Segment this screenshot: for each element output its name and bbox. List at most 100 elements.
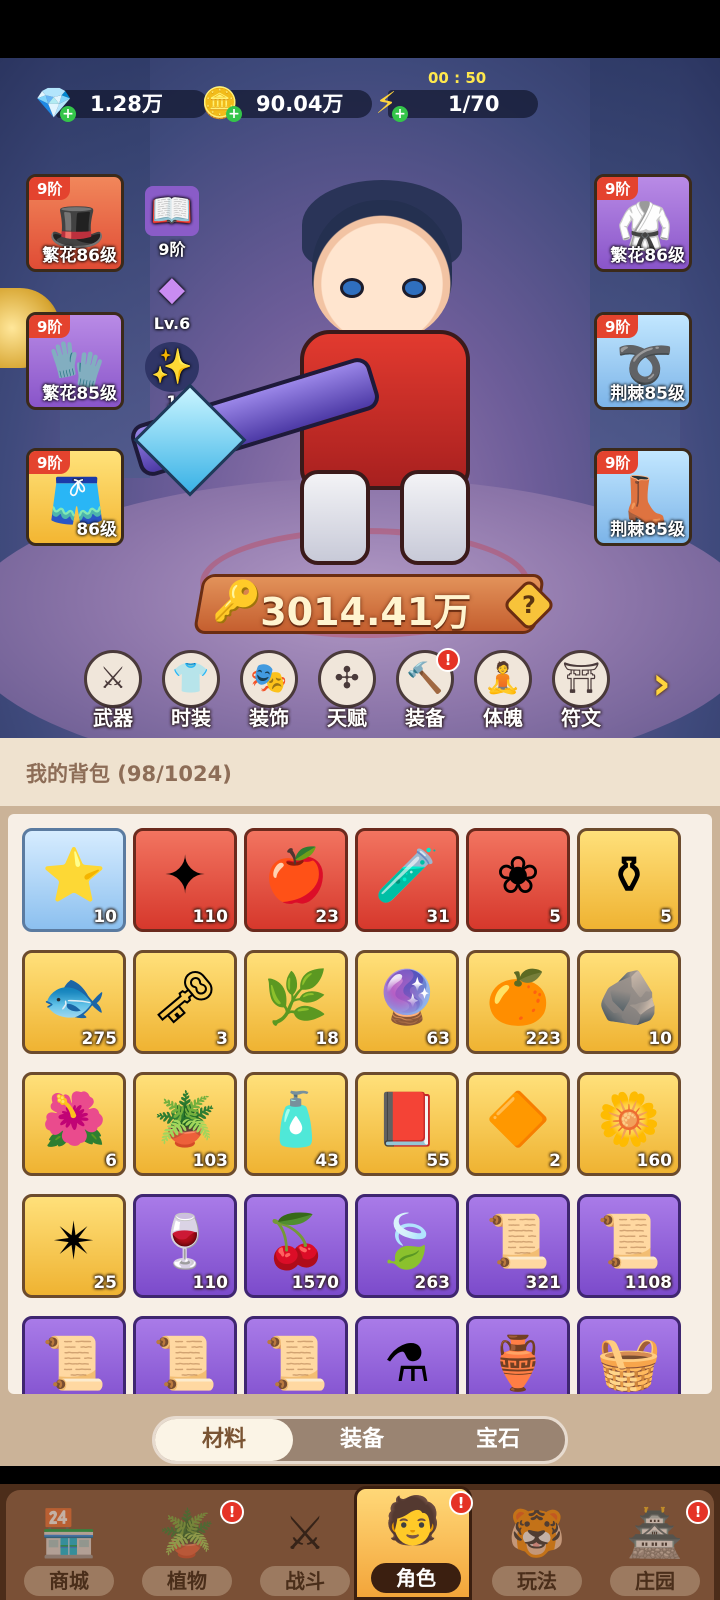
nav-manor[interactable]: 🏯 庄园 !	[596, 1500, 714, 1600]
tab-materials[interactable]: 材料	[155, 1419, 293, 1461]
bag-item[interactable]: 🔮 63	[355, 950, 459, 1054]
talent-icon: ✣	[318, 650, 376, 708]
equip-slot-pants[interactable]: 🩳 9阶 86级	[26, 448, 124, 546]
bag-item[interactable]: 🍃 263	[355, 1194, 459, 1298]
equip-slot-armor[interactable]: 🥋 9阶 繁花86级	[594, 174, 692, 272]
func-decoration[interactable]: 🎭 装饰	[236, 650, 302, 731]
bag-item[interactable]: 🪨 10	[577, 950, 681, 1054]
bag-item[interactable]: 🧺	[577, 1316, 681, 1394]
red-potion-icon: 🍎	[263, 846, 329, 906]
hero-eye	[340, 278, 364, 298]
status-bar	[0, 0, 720, 58]
hero-character[interactable]	[127, 150, 590, 590]
blue-scroll-icon: 📜	[41, 1334, 107, 1394]
bag-item[interactable]: 🍒 1570	[244, 1194, 348, 1298]
bag-item[interactable]: 📜	[22, 1316, 126, 1394]
nav-gameplay[interactable]: 🐯 玩法	[478, 1502, 596, 1600]
item-count: 110	[192, 907, 229, 927]
bag-item[interactable]: 🌺 6	[22, 1072, 126, 1176]
bag-item[interactable]: 📜 321	[466, 1194, 570, 1298]
equip-slot-hat[interactable]: 🎩 9阶 繁花86级	[26, 174, 124, 272]
item-count: 23	[315, 907, 339, 927]
equip-slot-boots[interactable]: 👢 9阶 荆棘85级	[594, 448, 692, 546]
bag-item[interactable]: 🍊 223	[466, 950, 570, 1054]
tab-equipment[interactable]: 装备	[293, 1419, 431, 1461]
orange-potion-icon: 🍊	[485, 968, 551, 1028]
potion-icon: ⚗	[383, 1334, 431, 1394]
item-count: 2	[549, 1151, 561, 1171]
func-weapon[interactable]: ⚔ 武器	[80, 650, 146, 731]
bag-item[interactable]: ✦ 110	[133, 828, 237, 932]
nav-label: 玩法	[492, 1566, 582, 1596]
bag-item[interactable]: 🔶 2	[466, 1072, 570, 1176]
func-equipment[interactable]: 🔨 装备 !	[392, 648, 460, 731]
bag-item[interactable]: 🏺	[466, 1316, 570, 1394]
purple-scroll-icon: 📜	[596, 1212, 662, 1272]
gem-value: 1.28万	[56, 90, 208, 118]
slot-level: 繁花86级	[42, 246, 117, 266]
item-count: 43	[315, 1151, 339, 1171]
bag-grid[interactable]: ⭐ 10 ✦ 110 🍎 23 🧪 31 ❀ 5 ⚱ 5 🐟 275 🗝 3 🌿 18 🔮 63 🍊 223 🪨 10 🌺 6 🪴 1…	[8, 814, 712, 1394]
item-count: 5	[549, 907, 561, 927]
chevron-right-icon[interactable]: ›	[652, 656, 671, 710]
bag-item[interactable]: 🗝 3	[133, 950, 237, 1054]
slot-level: 86级	[76, 520, 117, 540]
bag-item[interactable]: ⭐ 10	[22, 828, 126, 932]
bag-item[interactable]: 📜	[133, 1316, 237, 1394]
star-badge-icon: ⭐	[41, 846, 107, 906]
equip-slot-gloves[interactable]: 🧤 9阶 繁花85级	[26, 312, 124, 410]
bag-item[interactable]: 🧪 31	[355, 828, 459, 932]
nav-label: 商城	[24, 1566, 114, 1596]
alert-badge: !	[436, 648, 460, 672]
item-count: 18	[315, 1029, 339, 1049]
cyan-leaf-icon: 🍃	[374, 1212, 440, 1272]
coin-counter[interactable]: 90.04万 🪙 +	[200, 86, 372, 122]
func-talent[interactable]: ✣ 天赋	[314, 650, 380, 731]
bag-item[interactable]: ⚱ 5	[577, 828, 681, 932]
bag-header: 我的背包 (98/1024)	[0, 738, 720, 806]
bag-item[interactable]: ⚗	[355, 1316, 459, 1394]
func-physique[interactable]: 🧘 体魄	[470, 650, 536, 731]
add-coins-icon[interactable]: +	[226, 106, 242, 122]
nav-battle[interactable]: ⚔ 战斗	[246, 1502, 364, 1600]
bag-item[interactable]: 🌿 18	[244, 950, 348, 1054]
equip-slot-belt[interactable]: ➰ 9阶 荆棘85级	[594, 312, 692, 410]
fruit-basket-icon: 🧺	[596, 1334, 662, 1394]
func-label: 装饰	[249, 706, 289, 730]
bag-item[interactable]: 🧴 43	[244, 1072, 348, 1176]
nav-shop[interactable]: 🏪 商城	[10, 1502, 128, 1600]
func-outfit[interactable]: 👕 时装	[158, 650, 224, 731]
gameplay-icon: 🐯	[508, 1506, 566, 1560]
bag-item[interactable]: 🐟 275	[22, 950, 126, 1054]
bag-item[interactable]: 🌼 160	[577, 1072, 681, 1176]
gem-counter[interactable]: 1.28万 💎 +	[34, 86, 208, 122]
bag-item[interactable]: 🍎 23	[244, 828, 348, 932]
slot-tier: 9阶	[597, 177, 639, 200]
gold-lily-icon: 🌼	[596, 1090, 662, 1150]
item-count: 5	[660, 907, 672, 927]
bag-item[interactable]: 📕 55	[355, 1072, 459, 1176]
add-energy-icon[interactable]: +	[392, 106, 408, 122]
slot-tier: 9阶	[29, 451, 71, 474]
nav-character[interactable]: 🧑 角色 !	[354, 1486, 473, 1600]
add-gems-icon[interactable]: +	[60, 106, 76, 122]
nav-plants[interactable]: 🪴 植物 !	[128, 1500, 246, 1600]
vase-icon: 🏺	[485, 1334, 551, 1394]
slot-level: 繁花85级	[42, 384, 117, 404]
tab-gems[interactable]: 宝石	[429, 1419, 567, 1461]
item-count: 275	[81, 1029, 118, 1049]
slot-tier: 9阶	[597, 451, 639, 474]
func-label: 体魄	[483, 706, 523, 730]
energy-counter[interactable]: 1/70 ⚡ +	[366, 86, 538, 122]
bag-item[interactable]: ✴ 25	[22, 1194, 126, 1298]
bag-item[interactable]: 🪴 103	[133, 1072, 237, 1176]
item-count: 321	[525, 1273, 562, 1293]
bag-item[interactable]: 🍷 110	[133, 1194, 237, 1298]
bag-item[interactable]: ❀ 5	[466, 828, 570, 932]
func-rune[interactable]: ⛩ 符文	[548, 650, 614, 731]
power-key-icon: 🔑	[212, 579, 262, 625]
item-count: 63	[426, 1029, 450, 1049]
bag-item[interactable]: 📜	[244, 1316, 348, 1394]
bag-item[interactable]: 📜 1108	[577, 1194, 681, 1298]
item-count: 3	[216, 1029, 228, 1049]
